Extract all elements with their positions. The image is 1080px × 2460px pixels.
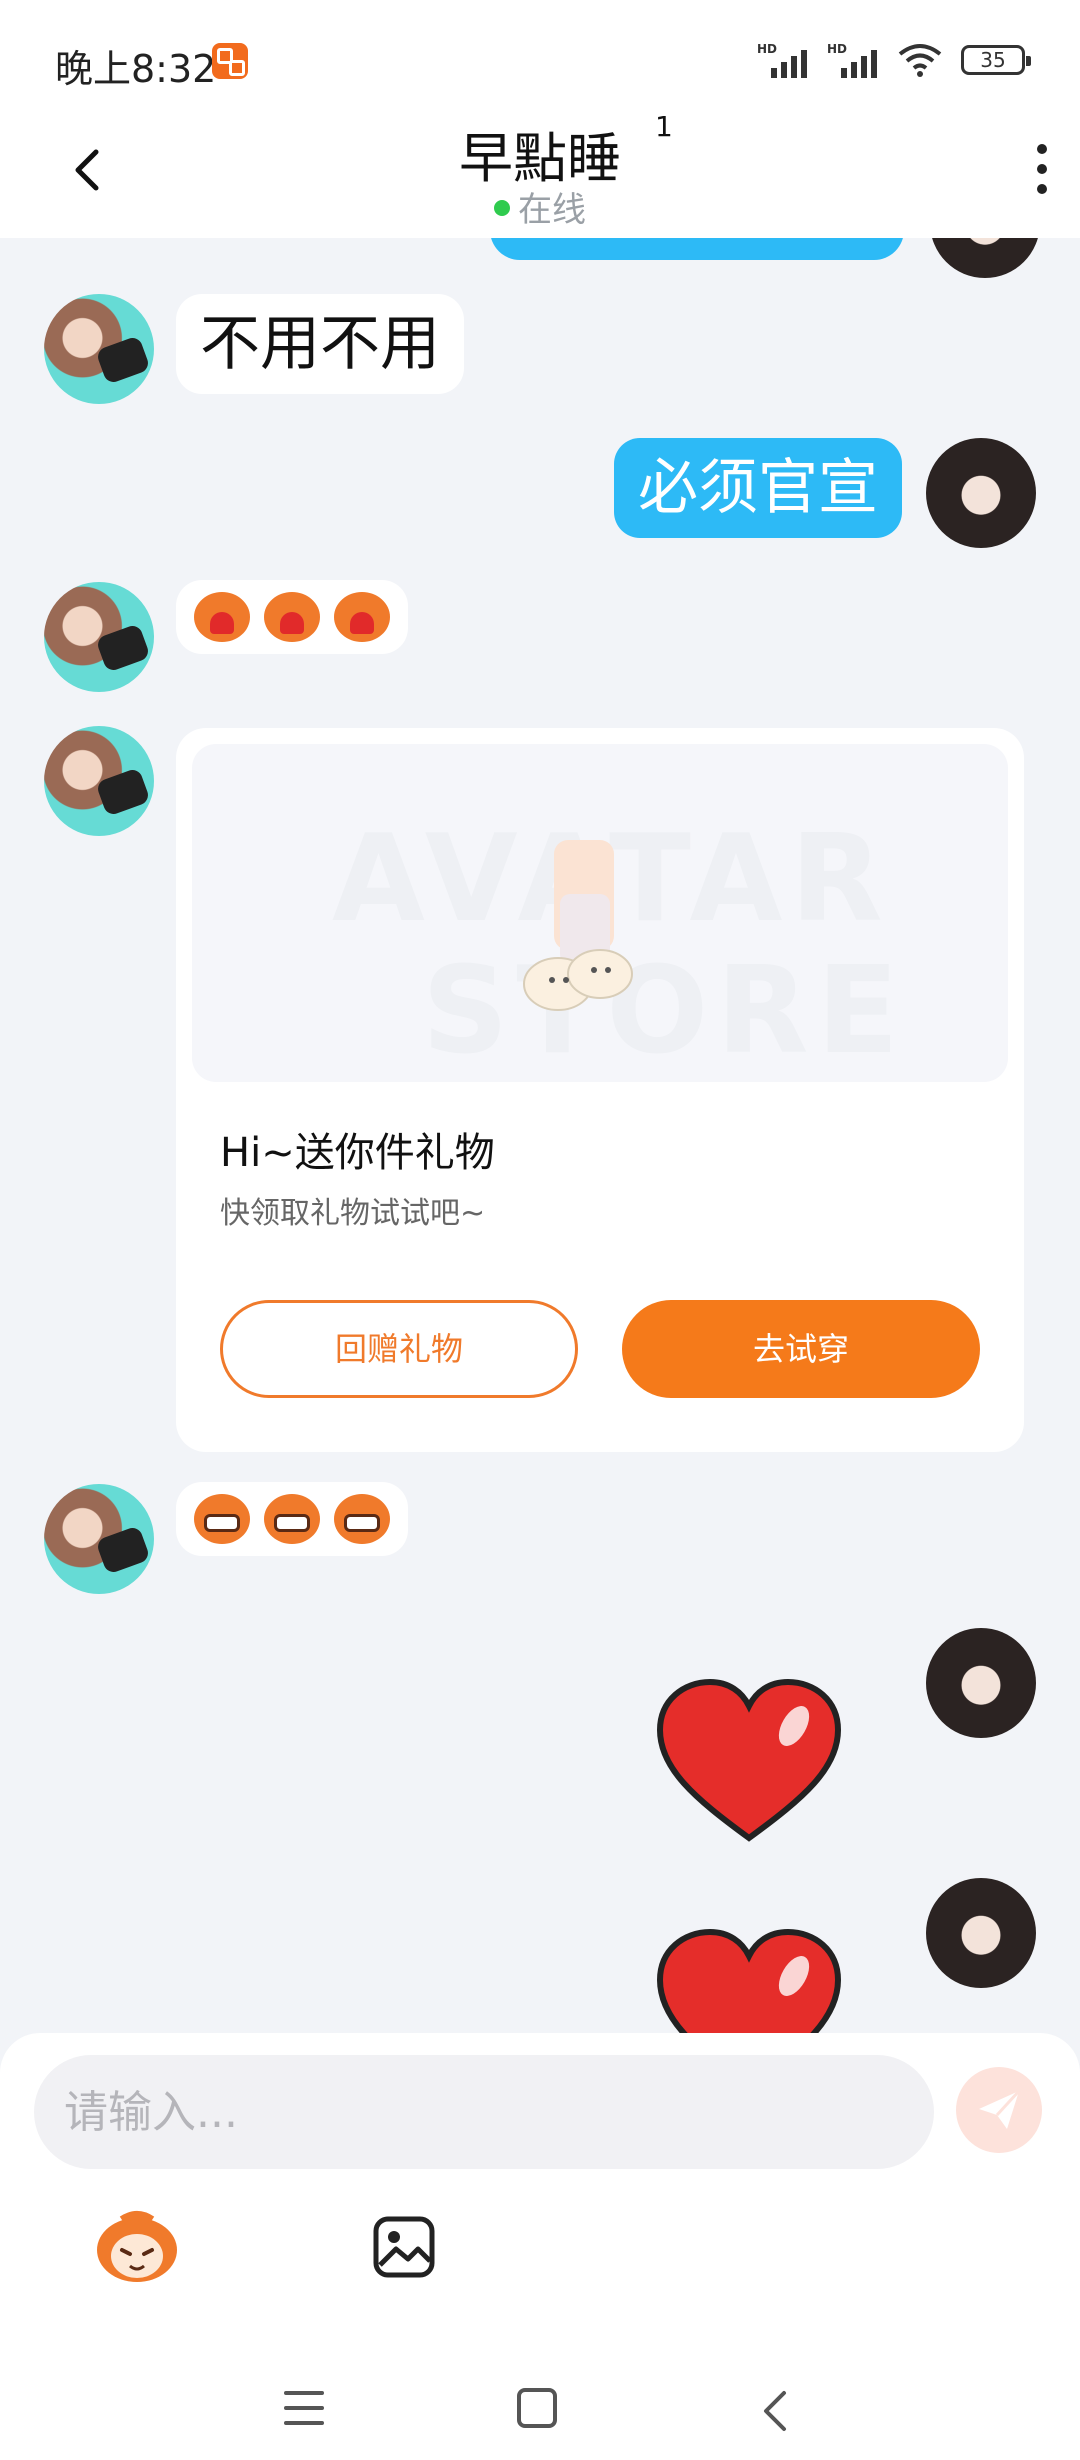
my-avatar[interactable] [926,438,1036,548]
my-avatar[interactable] [926,1628,1036,1738]
more-options-button[interactable] [1032,144,1052,200]
online-dot-icon [494,199,510,216]
status-bar: 晚上8:32 HD HD 35 [0,0,1080,110]
gift-image[interactable]: AVATAR STORE [192,744,1008,1082]
grin-emoji-icon [264,1494,320,1544]
system-back-icon[interactable] [756,2387,796,2435]
my-avatar[interactable] [926,1878,1036,1988]
input-panel [0,2033,1080,2460]
contact-avatar[interactable] [44,294,154,404]
system-navigation-bar [0,2363,1080,2460]
heart-hug-emoji-icon [194,592,250,642]
gift-subtitle: 快领取礼物试试吧~ [220,1196,486,1231]
red-heart-sticker-icon[interactable] [654,1678,844,1848]
gift-title: Hi~送你件礼物 [220,1130,495,1176]
signal-hd-icon-1: HD [757,42,809,78]
status-time: 晚上8:32 [55,47,217,91]
status-icons: HD HD 35 [757,42,1031,78]
grin-emoji-icon [194,1494,250,1544]
contact-avatar[interactable] [44,726,154,836]
chat-messages[interactable]: 不用不用 必须官宣 AVATAR STORE Hi~送你件礼物 快领取礼物 [0,238,1080,2033]
message-input[interactable] [34,2055,934,2169]
heart-hug-emoji-icon [264,592,320,642]
battery-icon: 35 [961,45,1031,75]
send-plane-icon [979,2089,1021,2129]
contact-level-badge: 1 [655,110,673,143]
app-notification-icon [212,43,248,79]
signal-hd-icon-2: HD [827,42,879,78]
my-avatar[interactable] [930,238,1040,278]
gift-card[interactable]: AVATAR STORE Hi~送你件礼物 快领取礼物试试吧~ 回赠礼物 去试穿 [176,728,1024,1452]
contact-avatar[interactable] [44,582,154,692]
wifi-icon [897,42,943,78]
online-status-label: 在线 [518,190,586,230]
recent-apps-button[interactable] [284,2391,324,2427]
image-picker-icon[interactable] [372,2215,436,2279]
online-status: 在线 [0,182,1080,231]
return-gift-button[interactable]: 回赠礼物 [220,1300,578,1398]
emoji-picker-icon[interactable] [92,2210,182,2284]
chat-header: 早點睡 1 在线 [0,110,1080,238]
outgoing-message-bubble[interactable]: 必须官宣 [614,438,902,538]
try-on-button[interactable]: 去试穿 [622,1300,980,1398]
incoming-emoji-message[interactable] [176,580,408,654]
home-button[interactable] [517,2388,557,2428]
incoming-emoji-message[interactable] [176,1482,408,1556]
incoming-message-bubble[interactable]: 不用不用 [176,294,464,394]
heart-hug-emoji-icon [334,592,390,642]
socks-icon [523,840,633,1011]
red-heart-sticker-icon[interactable] [654,1928,844,2033]
send-button[interactable] [956,2067,1042,2153]
grin-emoji-icon [334,1494,390,1544]
previous-outgoing-bubble [490,238,904,260]
contact-avatar[interactable] [44,1484,154,1594]
